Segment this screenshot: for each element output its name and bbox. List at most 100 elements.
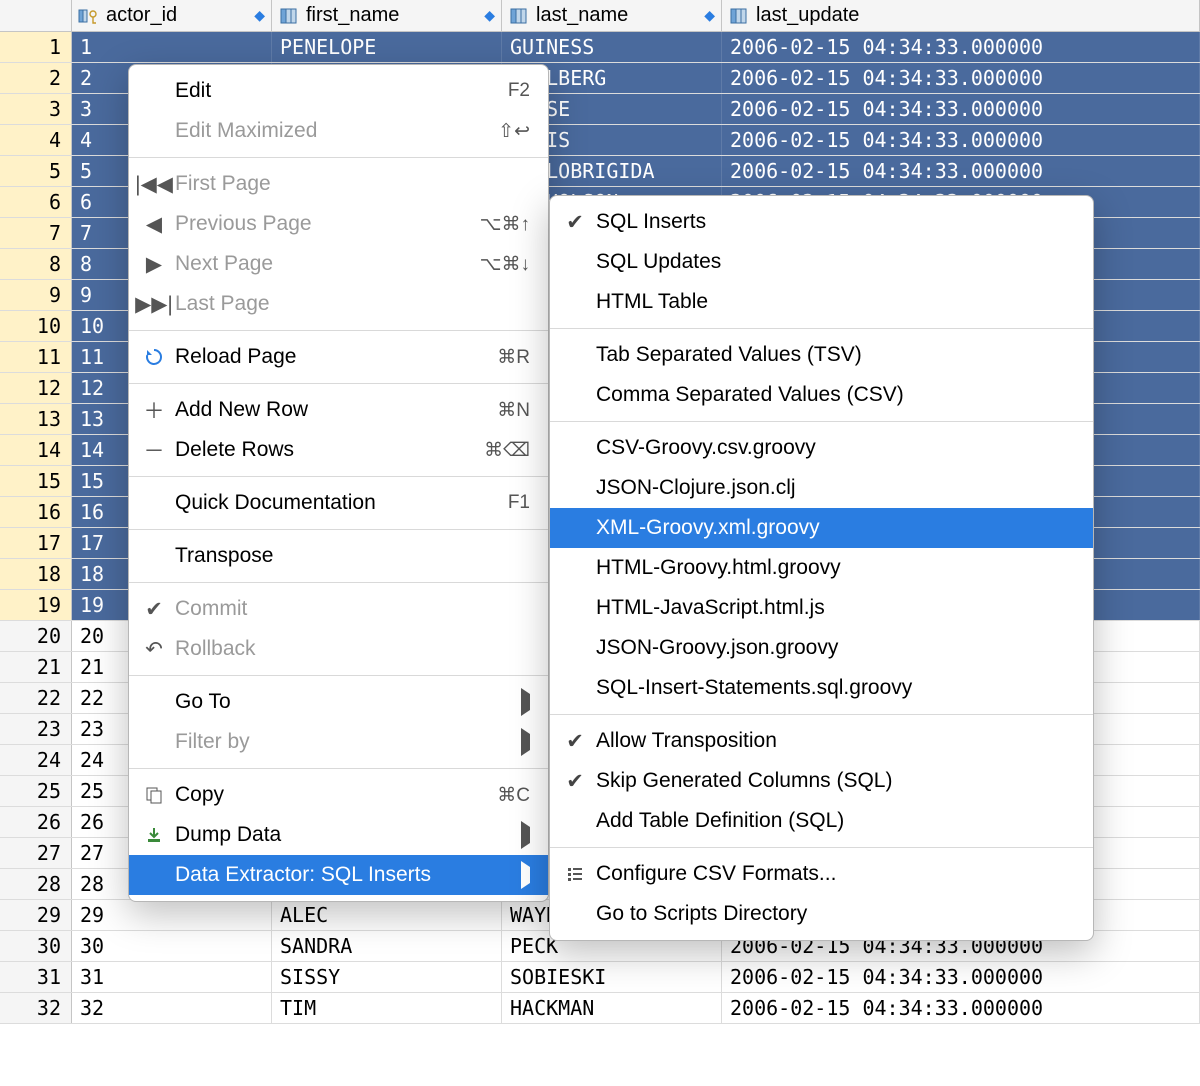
context-menu: Edit F2 Edit Maximized ⇧↩ |◀◀ First Page…	[128, 64, 549, 902]
column-header-actor-id[interactable]: actor_id ◆	[72, 0, 272, 31]
submenu-skip-generated[interactable]: ✔ Skip Generated Columns (SQL)	[550, 761, 1093, 801]
table-row[interactable]: 11PENELOPEGUINESS2006-02-15 04:34:33.000…	[0, 32, 1200, 63]
row-number[interactable]: 5	[0, 156, 72, 186]
sort-asc-icon[interactable]: ◆	[254, 7, 265, 24]
row-number[interactable]: 26	[0, 807, 72, 837]
menu-previous-page[interactable]: ◀ Previous Page ⌥⌘↑	[129, 204, 548, 244]
cell-actor-id[interactable]: 29	[72, 900, 272, 930]
submenu-html-table[interactable]: HTML Table	[550, 282, 1093, 322]
submenu-scripts-dir[interactable]: Go to Scripts Directory	[550, 894, 1093, 934]
cell-first-name[interactable]: SANDRA	[272, 931, 502, 961]
cell-last-update[interactable]: 2006-02-15 04:34:33.000000	[722, 32, 1200, 62]
submenu-add-table-def[interactable]: Add Table Definition (SQL)	[550, 801, 1093, 841]
submenu-html-groovy[interactable]: HTML-Groovy.html.groovy	[550, 548, 1093, 588]
row-number[interactable]: 3	[0, 94, 72, 124]
row-number[interactable]: 32	[0, 993, 72, 1023]
row-number[interactable]: 1	[0, 32, 72, 62]
cell-last-name[interactable]: HACKMAN	[502, 993, 722, 1023]
row-number[interactable]: 28	[0, 869, 72, 899]
row-number[interactable]: 9	[0, 280, 72, 310]
menu-quick-doc[interactable]: Quick Documentation F1	[129, 483, 548, 523]
menu-commit[interactable]: ✔ Commit	[129, 589, 548, 629]
menu-copy[interactable]: Copy ⌘C	[129, 775, 548, 815]
cell-actor-id[interactable]: 32	[72, 993, 272, 1023]
menu-data-extractor[interactable]: Data Extractor: SQL Inserts	[129, 855, 548, 895]
submenu-tsv[interactable]: Tab Separated Values (TSV)	[550, 335, 1093, 375]
cell-last-name[interactable]: GUINESS	[502, 32, 722, 62]
row-number[interactable]: 22	[0, 683, 72, 713]
row-number[interactable]: 8	[0, 249, 72, 279]
cell-last-update[interactable]: 2006-02-15 04:34:33.000000	[722, 125, 1200, 155]
row-number[interactable]: 18	[0, 559, 72, 589]
menu-add-row[interactable]: ＋ Add New Row ⌘N	[129, 390, 548, 430]
row-number[interactable]: 20	[0, 621, 72, 651]
row-number[interactable]: 21	[0, 652, 72, 682]
cell-last-update[interactable]: 2006-02-15 04:34:33.000000	[722, 94, 1200, 124]
cell-last-update[interactable]: 2006-02-15 04:34:33.000000	[722, 156, 1200, 186]
row-number[interactable]: 27	[0, 838, 72, 868]
submenu-csv-groovy[interactable]: CSV-Groovy.csv.groovy	[550, 428, 1093, 468]
sort-icon[interactable]: ◆	[484, 7, 495, 24]
row-number[interactable]: 13	[0, 404, 72, 434]
cell-actor-id[interactable]: 1	[72, 32, 272, 62]
row-number[interactable]: 29	[0, 900, 72, 930]
menu-dump-data[interactable]: Dump Data	[129, 815, 548, 855]
row-number[interactable]: 30	[0, 931, 72, 961]
cell-last-update[interactable]: 2006-02-15 04:34:33.000000	[722, 993, 1200, 1023]
menu-edit[interactable]: Edit F2	[129, 71, 548, 111]
menu-rollback[interactable]: ↶ Rollback	[129, 629, 548, 669]
row-number[interactable]: 23	[0, 714, 72, 744]
submenu-html-js[interactable]: HTML-JavaScript.html.js	[550, 588, 1093, 628]
submenu-json-clojure[interactable]: JSON-Clojure.json.clj	[550, 468, 1093, 508]
row-number[interactable]: 6	[0, 187, 72, 217]
menu-last-page[interactable]: ▶▶| Last Page	[129, 284, 548, 324]
cell-last-name[interactable]: SOBIESKI	[502, 962, 722, 992]
submenu-xml-groovy[interactable]: XML-Groovy.xml.groovy	[550, 508, 1093, 548]
menu-transpose[interactable]: Transpose	[129, 536, 548, 576]
cell-last-update[interactable]: 2006-02-15 04:34:33.000000	[722, 962, 1200, 992]
row-number[interactable]: 4	[0, 125, 72, 155]
row-number[interactable]: 2	[0, 63, 72, 93]
row-number[interactable]: 19	[0, 590, 72, 620]
menu-first-page[interactable]: |◀◀ First Page	[129, 164, 548, 204]
row-number[interactable]: 12	[0, 373, 72, 403]
row-number[interactable]: 25	[0, 776, 72, 806]
cell-last-update[interactable]: 2006-02-15 04:34:33.000000	[722, 63, 1200, 93]
column-header-last-name[interactable]: last_name ◆	[502, 0, 722, 31]
submenu-configure-csv[interactable]: Configure CSV Formats...	[550, 854, 1093, 894]
row-number[interactable]: 14	[0, 435, 72, 465]
cell-first-name[interactable]: TIM	[272, 993, 502, 1023]
submenu-csv[interactable]: Comma Separated Values (CSV)	[550, 375, 1093, 415]
menu-delete-rows[interactable]: － Delete Rows ⌘⌫	[129, 430, 548, 470]
row-number[interactable]: 10	[0, 311, 72, 341]
menu-filter-by[interactable]: Filter by	[129, 722, 548, 762]
row-number[interactable]: 24	[0, 745, 72, 775]
row-number[interactable]: 31	[0, 962, 72, 992]
row-number[interactable]: 7	[0, 218, 72, 248]
submenu-allow-transposition[interactable]: ✔ Allow Transposition	[550, 721, 1093, 761]
submenu-sql-updates[interactable]: SQL Updates	[550, 242, 1093, 282]
submenu-sql-insert-groovy[interactable]: SQL-Insert-Statements.sql.groovy	[550, 668, 1093, 708]
cell-first-name[interactable]: SISSY	[272, 962, 502, 992]
row-number[interactable]: 16	[0, 497, 72, 527]
table-row[interactable]: 3131SISSYSOBIESKI2006-02-15 04:34:33.000…	[0, 962, 1200, 993]
table-row[interactable]: 3232TIMHACKMAN2006-02-15 04:34:33.000000	[0, 993, 1200, 1024]
submenu-json-groovy[interactable]: JSON-Groovy.json.groovy	[550, 628, 1093, 668]
row-number[interactable]: 11	[0, 342, 72, 372]
row-number[interactable]: 15	[0, 466, 72, 496]
menu-next-page[interactable]: ▶ Next Page ⌥⌘↓	[129, 244, 548, 284]
column-icon	[728, 7, 750, 25]
row-number[interactable]: 17	[0, 528, 72, 558]
menu-reload-page[interactable]: Reload Page ⌘R	[129, 337, 548, 377]
cell-actor-id[interactable]: 30	[72, 931, 272, 961]
menu-edit-maximized[interactable]: Edit Maximized ⇧↩	[129, 111, 548, 151]
column-header-last-update[interactable]: last_update	[722, 0, 1200, 31]
submenu-sql-inserts[interactable]: ✔ SQL Inserts	[550, 202, 1093, 242]
menu-goto[interactable]: Go To	[129, 682, 548, 722]
cell-first-name[interactable]: PENELOPE	[272, 32, 502, 62]
column-header-first-name[interactable]: first_name ◆	[272, 0, 502, 31]
checkmark-icon: ✔	[564, 729, 586, 754]
cell-first-name[interactable]: ALEC	[272, 900, 502, 930]
sort-icon[interactable]: ◆	[704, 7, 715, 24]
cell-actor-id[interactable]: 31	[72, 962, 272, 992]
